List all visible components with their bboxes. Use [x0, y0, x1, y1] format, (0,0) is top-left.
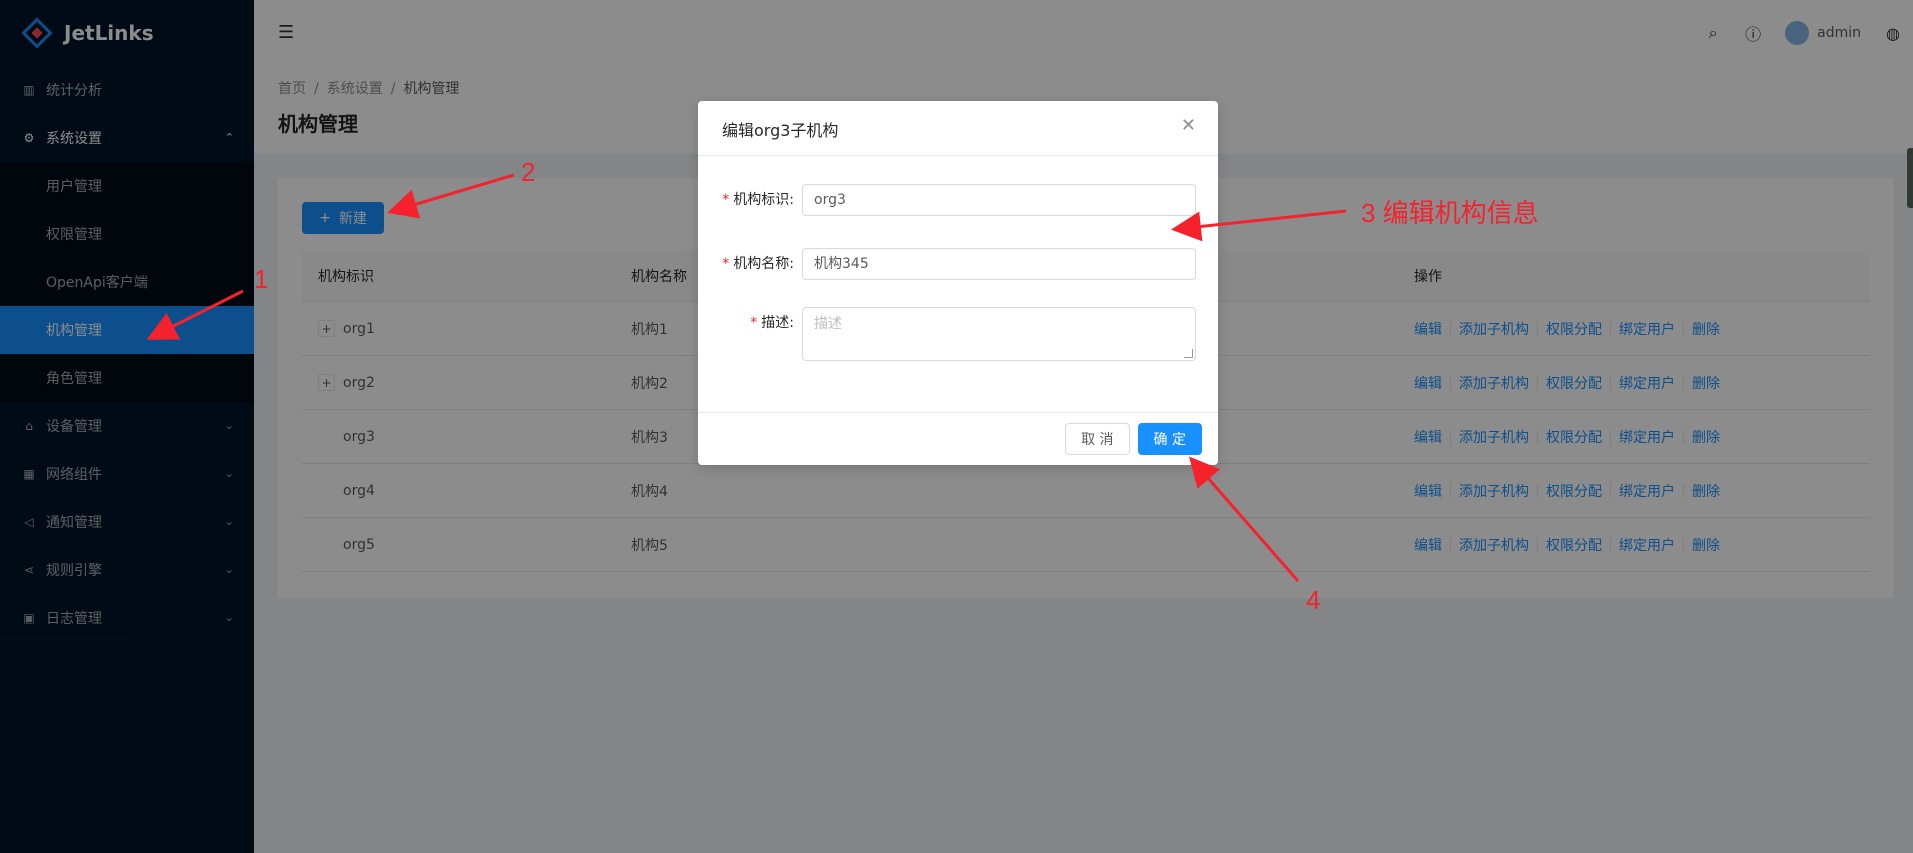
annotation-2: 2	[521, 157, 536, 187]
annotation-arrow-4	[1189, 456, 1300, 582]
annotation-arrow-2	[387, 173, 515, 219]
annotation-4: 4	[1306, 585, 1321, 615]
annotation-1: 1	[254, 264, 269, 294]
annotation-3: 3 编辑机构信息	[1361, 198, 1539, 228]
annotation-arrow-3	[1171, 209, 1347, 242]
annotation-arrow-1	[146, 289, 244, 340]
annotation-arrows	[146, 173, 1347, 582]
